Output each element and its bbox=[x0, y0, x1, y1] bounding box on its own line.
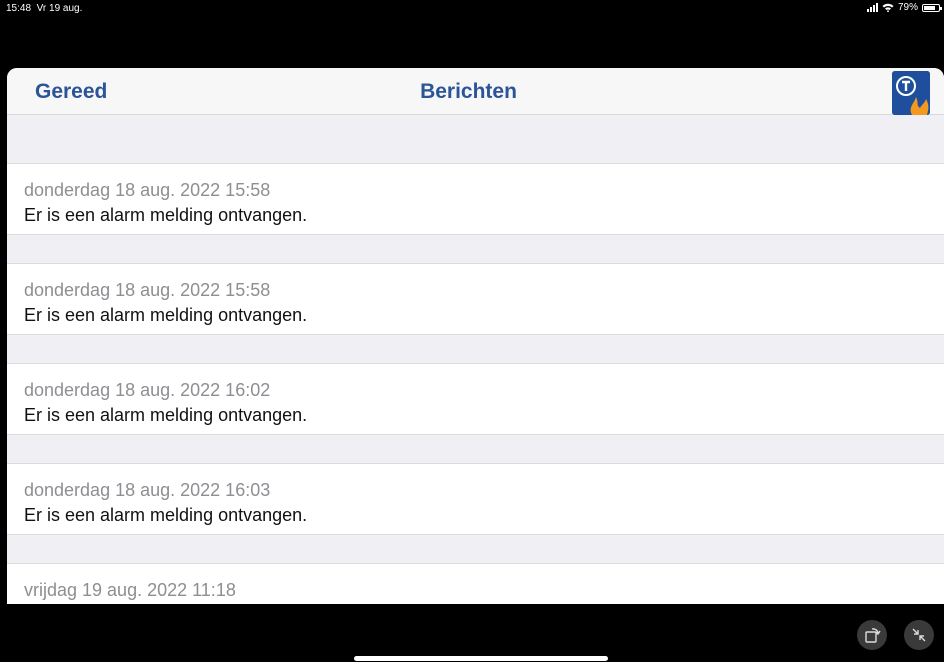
list-item[interactable]: donderdag 18 aug. 2022 15:58 Er is een a… bbox=[7, 264, 944, 334]
list-item[interactable]: vrijdag 19 aug. 2022 11:18 bbox=[7, 564, 944, 604]
status-bar: 15:48 Vr 19 aug. 79% bbox=[0, 0, 944, 18]
collapse-button[interactable] bbox=[904, 620, 934, 650]
list-item[interactable]: donderdag 18 aug. 2022 16:02 Er is een a… bbox=[7, 364, 944, 434]
section-spacer bbox=[7, 334, 944, 364]
message-date: vrijdag 19 aug. 2022 11:18 bbox=[24, 580, 236, 600]
message-date: donderdag 18 aug. 2022 16:03 bbox=[24, 480, 271, 500]
message-text: Er is een alarm melding ontvangen. bbox=[24, 305, 308, 325]
message-date: donderdag 18 aug. 2022 16:02 bbox=[24, 380, 271, 400]
message-date: donderdag 18 aug. 2022 15:58 bbox=[24, 280, 271, 300]
message-text: Er is een alarm melding ontvangen. bbox=[24, 205, 308, 225]
home-indicator[interactable] bbox=[354, 656, 608, 661]
list-item[interactable]: donderdag 18 aug. 2022 16:03 Er is een a… bbox=[7, 464, 944, 534]
message-text: Er is een alarm melding ontvangen. bbox=[24, 505, 308, 525]
collapse-icon bbox=[912, 628, 926, 642]
message-list: donderdag 18 aug. 2022 15:58 Er is een a… bbox=[7, 115, 944, 604]
navigation-bar: Gereed Berichten bbox=[7, 68, 944, 115]
list-item[interactable]: donderdag 18 aug. 2022 15:58 Er is een a… bbox=[7, 164, 944, 234]
messages-sheet: Gereed Berichten donderdag 18 aug. 2022 … bbox=[7, 68, 944, 604]
battery-fill bbox=[924, 5, 936, 10]
battery-icon bbox=[922, 3, 942, 12]
status-time: 15:48 Vr 19 aug. bbox=[6, 3, 82, 14]
cellular-signal-icon bbox=[866, 3, 878, 12]
page-title: Berichten bbox=[420, 80, 517, 103]
status-indicators: 79% bbox=[866, 2, 942, 13]
section-spacer bbox=[7, 434, 944, 464]
message-text: Er is een alarm melding ontvangen. bbox=[24, 405, 308, 425]
status-date: Vr 19 aug. bbox=[36, 3, 83, 14]
battery-percent: 79% bbox=[897, 2, 918, 13]
app-logo bbox=[892, 71, 930, 115]
section-spacer bbox=[7, 534, 944, 564]
section-spacer bbox=[7, 234, 944, 264]
wifi-icon bbox=[882, 3, 894, 12]
status-clock: 15:48 bbox=[6, 3, 32, 14]
rotate-button[interactable] bbox=[857, 620, 887, 650]
logo-icon bbox=[892, 71, 930, 115]
message-date: donderdag 18 aug. 2022 15:58 bbox=[24, 180, 271, 200]
section-spacer bbox=[7, 115, 944, 164]
rotate-icon bbox=[865, 628, 881, 643]
